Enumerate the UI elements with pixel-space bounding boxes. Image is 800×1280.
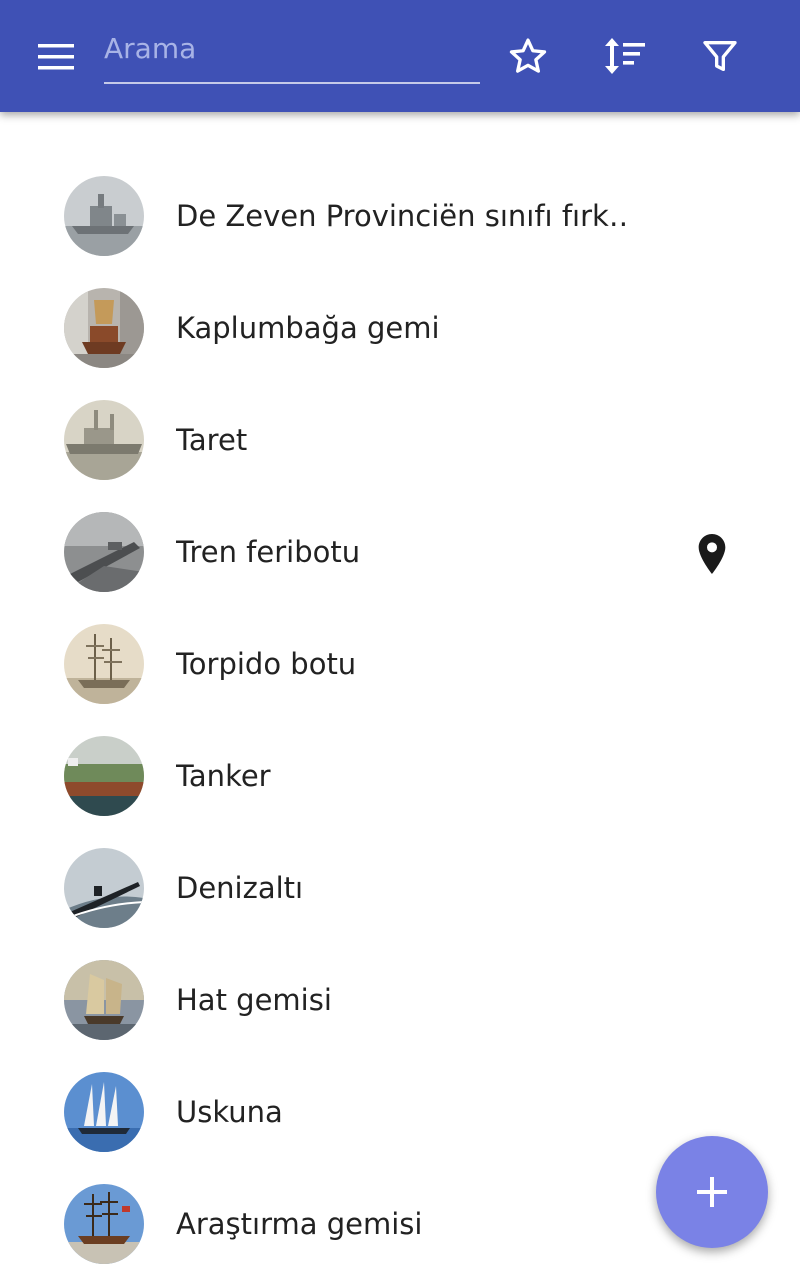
- list-item-label: Torpido botu: [176, 647, 357, 681]
- add-button[interactable]: [656, 1136, 768, 1248]
- list-item-label: Kaplumbağa gemi: [176, 311, 440, 345]
- list-item-label: Tren feribotu: [176, 535, 361, 569]
- location-pin-icon[interactable]: [692, 532, 732, 576]
- ship-thumbnail: [64, 848, 144, 928]
- list-item-label: Tanker: [176, 759, 271, 793]
- list-item[interactable]: Hat gemisi: [0, 944, 800, 1056]
- filter-icon: [703, 41, 737, 72]
- app-root: De Zeven Provinciën sınıfı fırk… Kaplumb…: [0, 0, 800, 1280]
- list-item[interactable]: De Zeven Provinciën sınıfı fırk…: [0, 160, 800, 272]
- filter-button[interactable]: [696, 32, 744, 80]
- plus-icon: [697, 1177, 727, 1207]
- search-input[interactable]: [104, 28, 474, 68]
- star-outline-icon: [509, 38, 547, 73]
- sort-icon: [605, 38, 645, 74]
- search-field: [104, 24, 480, 84]
- ship-thumbnail: [64, 512, 144, 592]
- list-item[interactable]: Taret: [0, 384, 800, 496]
- ship-type-list: De Zeven Provinciën sınıfı fırk… Kaplumb…: [0, 160, 800, 1280]
- list-item-label: Denizaltı: [176, 871, 304, 905]
- list-item-label: Hat gemisi: [176, 983, 332, 1017]
- menu-button[interactable]: [24, 32, 88, 80]
- list-item-label: Uskuna: [176, 1095, 283, 1129]
- ship-thumbnail: [64, 736, 144, 816]
- list-item[interactable]: Torpido botu: [0, 608, 800, 720]
- list-item-label: De Zeven Provinciën sınıfı fırk…: [176, 199, 626, 233]
- ship-thumbnail: [64, 288, 144, 368]
- list-item[interactable]: Tanker: [0, 720, 800, 832]
- list-item-label: Araştırma gemisi: [176, 1207, 423, 1241]
- ship-thumbnail: [64, 1072, 144, 1152]
- ship-thumbnail: [64, 1184, 144, 1264]
- app-bar: [0, 0, 800, 112]
- list-item[interactable]: Denizaltı: [0, 832, 800, 944]
- list-item-label: Taret: [176, 423, 248, 457]
- ship-thumbnail: [64, 400, 144, 480]
- ship-thumbnail: [64, 176, 144, 256]
- menu-icon: [38, 44, 74, 70]
- list-item[interactable]: Kaplumbağa gemi: [0, 272, 800, 384]
- sort-button[interactable]: [600, 32, 648, 80]
- ship-thumbnail: [64, 624, 144, 704]
- list-item[interactable]: Tren feribotu: [0, 496, 800, 608]
- ship-thumbnail: [64, 960, 144, 1040]
- favorites-button[interactable]: [504, 32, 552, 80]
